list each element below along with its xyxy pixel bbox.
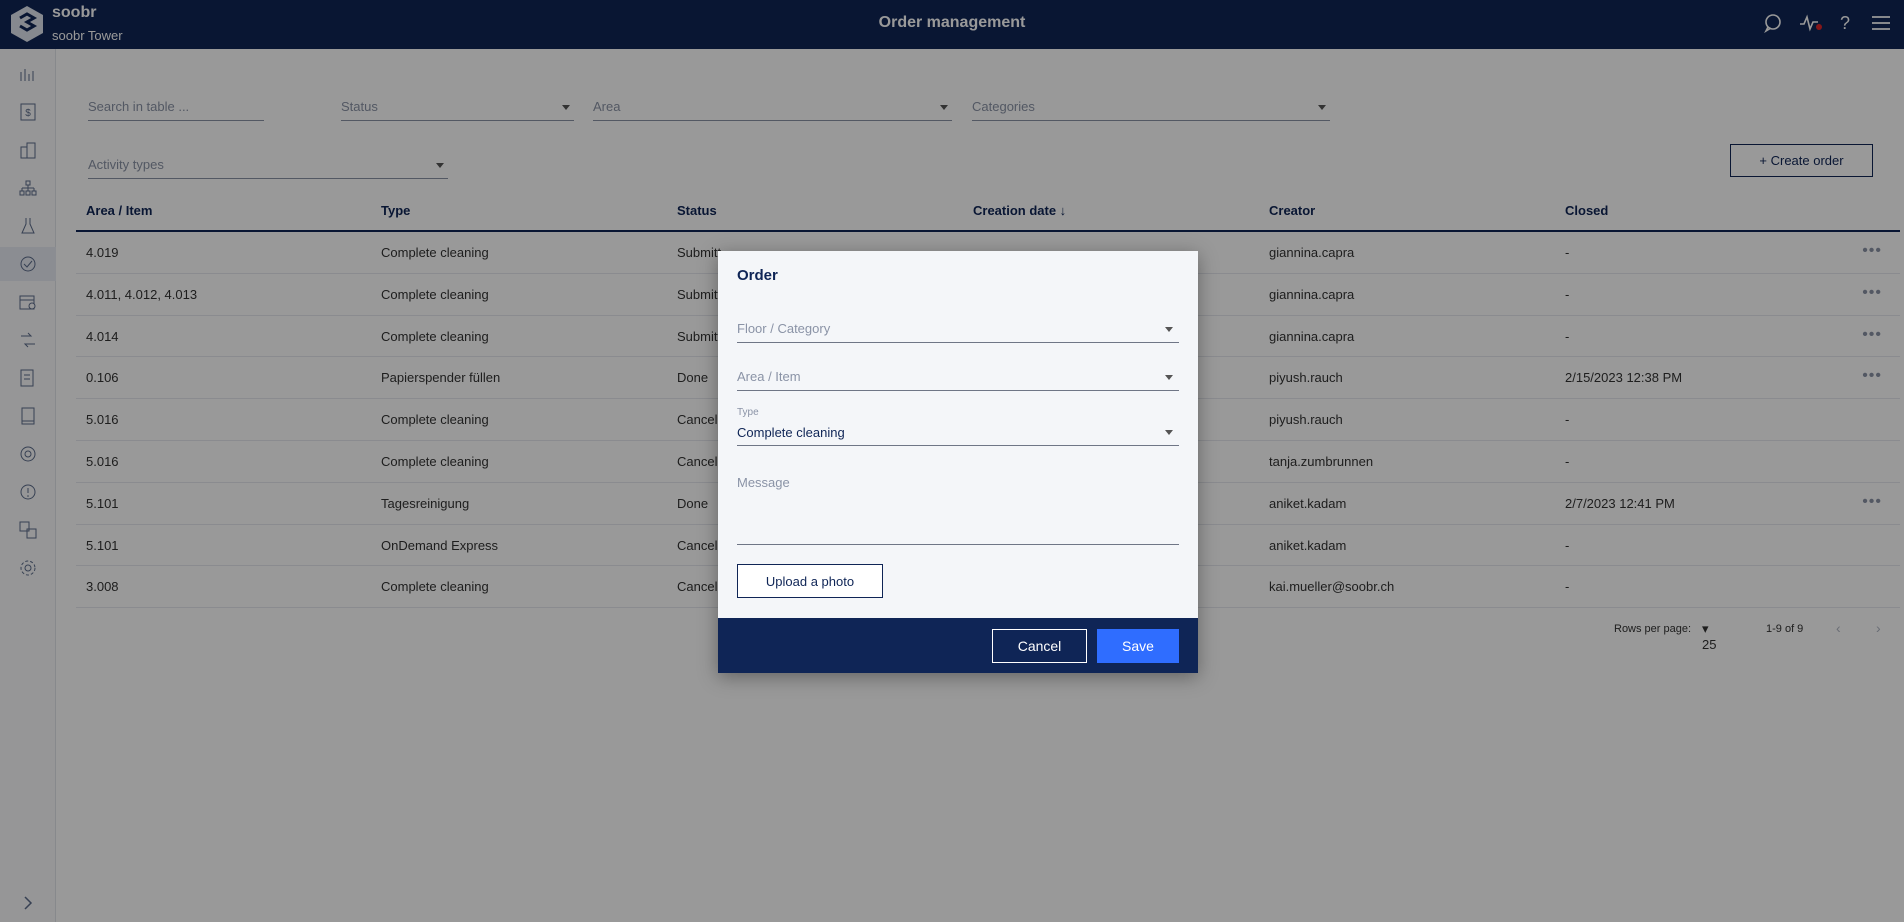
dialog-footer: Cancel Save [718, 618, 1198, 673]
chevron-down-icon [1165, 430, 1173, 435]
dialog-title: Order [737, 267, 778, 284]
order-dialog: Order Floor / Category Area / Item Type … [718, 251, 1198, 673]
chevron-down-icon [1165, 327, 1173, 332]
upload-photo-button[interactable]: Upload a photo [737, 564, 883, 598]
type-label: Type [737, 407, 759, 418]
floor-category-select[interactable]: Floor / Category [737, 311, 1179, 343]
area-item-select[interactable]: Area / Item [737, 359, 1179, 391]
cancel-button[interactable]: Cancel [992, 629, 1087, 663]
type-value: Complete cleaning [737, 425, 845, 440]
save-button[interactable]: Save [1097, 629, 1179, 663]
message-placeholder: Message [737, 475, 790, 490]
area-item-placeholder: Area / Item [737, 369, 801, 384]
floor-category-placeholder: Floor / Category [737, 321, 831, 336]
message-field[interactable]: Message [737, 475, 1179, 545]
type-select[interactable]: Complete cleaning [737, 419, 1179, 446]
chevron-down-icon [1165, 375, 1173, 380]
